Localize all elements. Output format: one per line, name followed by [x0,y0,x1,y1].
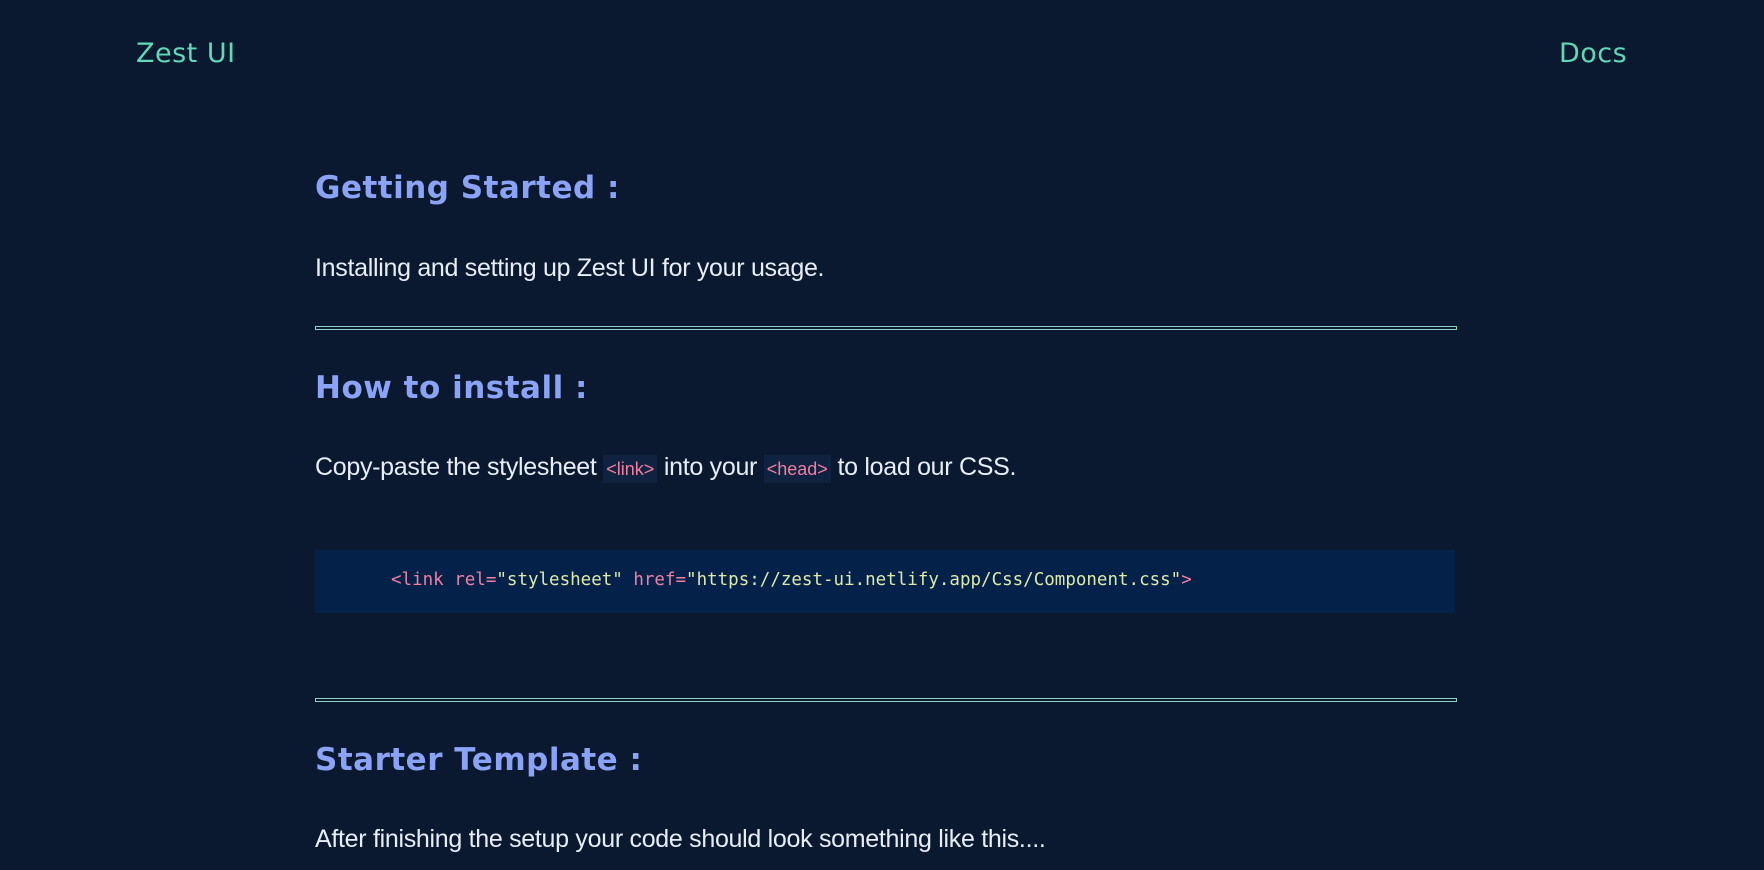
how-to-install-heading: How to install : [315,370,588,406]
section-divider [315,698,1457,702]
getting-started-heading: Getting Started : [315,170,620,206]
starter-template-heading: Starter Template : [315,742,643,778]
stylesheet-code-block[interactable]: <link rel="stylesheet" href="https://zes… [315,550,1455,613]
docs-link[interactable]: Docs [1559,38,1627,69]
brand-logo-link[interactable]: Zest UI [136,38,236,69]
inline-code-head: <head> [763,455,831,483]
install-text-part: to load our CSS. [830,453,1017,481]
section-divider [315,326,1457,330]
install-text-part: Copy-paste the stylesheet [315,453,604,481]
code-tag-open: <link [391,570,444,590]
stylesheet-code-line: <link rel="stylesheet" href="https://zes… [391,570,1192,590]
code-value-href: "https://zest-ui.netlify.app/Css/Compone… [686,570,1182,590]
inline-code-link: <link> [603,455,658,483]
starter-template-description: After finishing the setup your code shou… [315,825,1046,853]
code-attr-href: href= [622,570,687,590]
code-value-rel: "stylesheet" [496,570,623,590]
navbar: Zest UI Docs [0,0,1764,110]
code-tag-close: > [1181,570,1192,590]
getting-started-description: Installing and setting up Zest UI for yo… [315,254,825,282]
code-attr-rel: rel= [443,570,497,590]
how-to-install-description: Copy-paste the stylesheet <link> into yo… [315,453,1017,483]
install-text-part: into your [657,453,764,481]
